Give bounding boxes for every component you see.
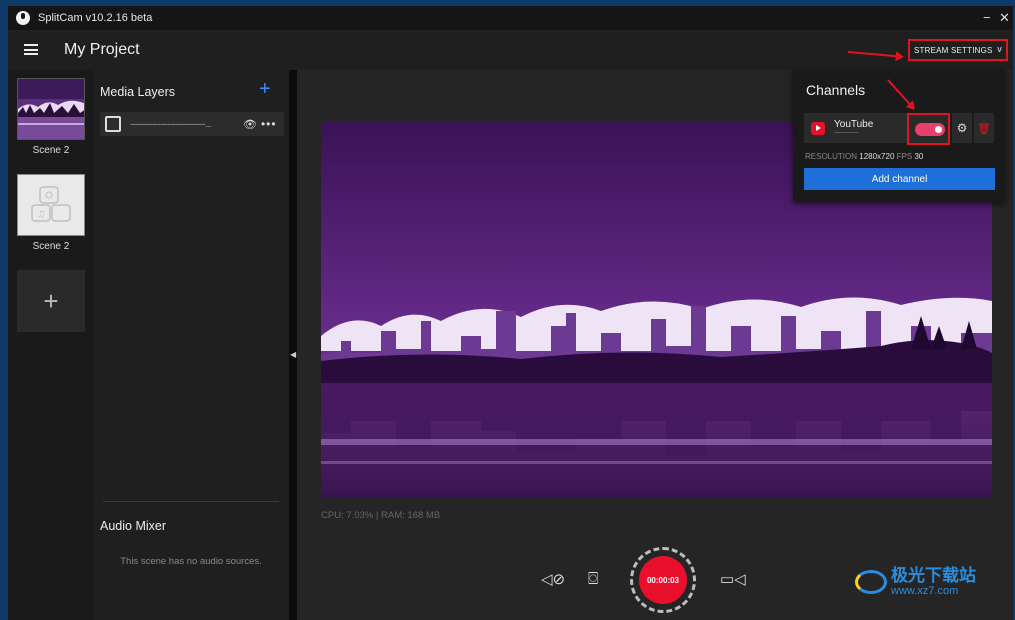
- record-button[interactable]: 00:00:03: [630, 547, 696, 613]
- channel-account-placeholder: [834, 132, 858, 133]
- image-layer-icon: [105, 116, 121, 132]
- media-layers-title: Media Layers: [100, 85, 176, 99]
- scene-thumbnail: [17, 78, 85, 140]
- close-button[interactable]: ✕: [999, 10, 1010, 26]
- channel-enable-toggle[interactable]: [915, 123, 945, 136]
- channel-settings-gear-icon[interactable]: ⚙: [952, 113, 972, 143]
- watermark-url: www.xz7.com: [891, 585, 959, 597]
- eye-icon[interactable]: 👁: [243, 118, 257, 131]
- audio-mixer-title: Audio Mixer: [100, 519, 166, 533]
- collapse-arrow-icon[interactable]: ◀: [290, 350, 296, 359]
- watermark-logo-icon: [855, 570, 887, 594]
- title-bar: SplitCam v10.2.16 beta − ✕: [8, 6, 1013, 30]
- minimize-button[interactable]: −: [983, 10, 991, 25]
- channels-title: Channels: [806, 82, 866, 98]
- scene-thumbnail-empty: ♫: [17, 174, 85, 236]
- menu-icon[interactable]: [24, 44, 38, 55]
- scenes-panel: Scene 2 ♫ Scene 2 +: [8, 70, 93, 620]
- panel-splitter[interactable]: ◀: [289, 70, 297, 620]
- performance-stats: CPU: 7.03% | RAM: 168 MB: [321, 510, 441, 521]
- mute-audio-icon[interactable]: ◁⊘: [541, 570, 565, 588]
- youtube-icon: [811, 122, 825, 135]
- scene-label: Scene 2: [32, 145, 70, 156]
- webcam-icon[interactable]: ▭◁: [720, 570, 746, 588]
- delete-channel-trash-icon[interactable]: 🗑: [974, 113, 994, 143]
- layer-name: ------------------------------...: [130, 119, 211, 129]
- watermark: 极光下载站 www.xz7.com: [855, 567, 976, 597]
- project-title: My Project: [64, 41, 140, 58]
- scene-label: Scene 2: [32, 241, 70, 252]
- app-window: SplitCam v10.2.16 beta − ✕ My Project ST…: [8, 6, 1013, 620]
- stream-settings-button[interactable]: STREAM SETTINGS v: [908, 39, 1008, 61]
- no-audio-message: This scene has no audio sources.: [120, 556, 262, 567]
- svg-text:♫: ♫: [37, 210, 45, 220]
- stream-settings-label: STREAM SETTINGS: [914, 45, 993, 55]
- add-layer-button[interactable]: +: [259, 78, 271, 101]
- snapshot-camera-icon[interactable]: ⌼: [588, 569, 598, 589]
- watermark-brand: 极光下载站: [891, 566, 976, 585]
- panel-divider[interactable]: [103, 501, 279, 502]
- splitcam-logo-icon: [16, 11, 30, 25]
- scene-card[interactable]: ♫ Scene 2: [17, 174, 85, 252]
- scene-card[interactable]: Scene 2: [17, 78, 85, 156]
- add-channel-button[interactable]: Add channel: [804, 168, 995, 190]
- media-layers-panel: Media Layers + -------------------------…: [93, 70, 289, 620]
- record-timer: 00:00:03: [639, 556, 687, 604]
- add-scene-button[interactable]: +: [17, 270, 85, 332]
- chevron-down-icon: v: [997, 44, 1002, 54]
- app-header: My Project STREAM SETTINGS v: [8, 30, 1013, 70]
- channel-resolution-info: RESOLUTION 1280x720 FPS 30: [805, 152, 924, 161]
- channel-name: YouTube: [834, 119, 874, 130]
- layer-item[interactable]: ------------------------------... 👁 •••: [100, 112, 284, 136]
- toggle-highlight: [907, 113, 950, 145]
- more-options-icon[interactable]: •••: [261, 117, 277, 131]
- window-title: SplitCam v10.2.16 beta: [38, 12, 153, 24]
- annotation-arrow: [847, 51, 902, 58]
